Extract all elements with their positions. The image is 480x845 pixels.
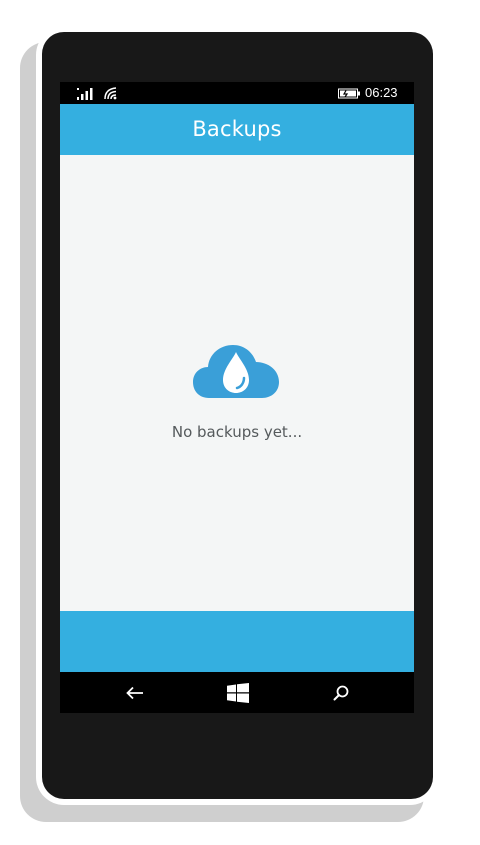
page-title: Backups [192, 117, 282, 141]
search-button[interactable] [311, 672, 371, 713]
start-button[interactable] [208, 672, 268, 713]
phone-screen: 06:23 Backups No backups yet... [60, 82, 414, 713]
empty-message: No backups yet... [171, 423, 303, 441]
status-time: 06:23 [365, 85, 398, 100]
app-bottom-bar [60, 611, 414, 672]
search-icon [333, 685, 349, 700]
battery-icon [338, 88, 360, 99]
cloud-drop-icon [193, 345, 279, 398]
status-bar: 06:23 [60, 82, 414, 104]
signal-icon [77, 88, 93, 100]
back-button[interactable] [105, 672, 165, 713]
system-nav-bar [60, 672, 414, 713]
device-frame: 06:23 Backups No backups yet... [0, 0, 480, 845]
back-arrow-icon [126, 686, 143, 699]
wifi-icon [104, 87, 117, 100]
windows-start-icon [227, 682, 249, 703]
app-header: Backups [60, 104, 414, 155]
empty-state: No backups yet... [60, 337, 414, 447]
